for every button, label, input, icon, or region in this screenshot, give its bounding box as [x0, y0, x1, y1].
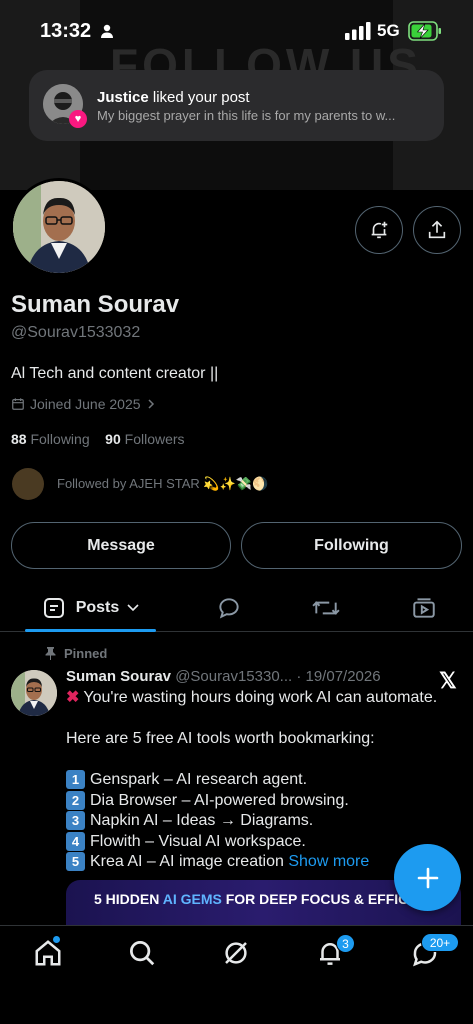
cross-mark-icon: ✖: [66, 689, 80, 706]
tab-posts[interactable]: Posts: [25, 584, 156, 631]
post-list-item: 4 Flowith – Visual AI workspace.: [66, 831, 466, 853]
chevron-right-icon[interactable]: [146, 398, 156, 410]
show-more-link[interactable]: Show more: [288, 853, 369, 870]
keycap-icon: 3: [66, 811, 85, 830]
notifications-badge: 3: [336, 934, 355, 953]
post-list-item: 1 Genspark – AI research agent.: [66, 770, 466, 791]
pin-icon: [45, 647, 56, 660]
keycap-icon: 5: [66, 852, 85, 871]
post-list-item: 3 Napkin AI – Ideas → Diagrams.: [66, 811, 466, 832]
repost-icon: [312, 600, 340, 615]
tab-media[interactable]: [400, 584, 448, 631]
keycap-icon: 4: [66, 831, 85, 851]
followed-by-text[interactable]: Followed by AJEH STAR 💫✨💸🌖: [57, 476, 268, 492]
followers-count: 90: [105, 431, 121, 447]
reply-icon: [219, 597, 239, 618]
active-tab-indicator: [25, 629, 156, 632]
post-author-name[interactable]: Suman Sourav: [66, 668, 171, 685]
joined-text: Joined June 2025: [30, 396, 141, 412]
keycap-icon: 2: [66, 790, 85, 810]
person-icon: [101, 24, 113, 38]
post-meta: @Sourav15330... · 19/07/2026: [171, 668, 381, 685]
search-icon[interactable]: [127, 938, 157, 968]
toast-body: My biggest prayer in this life is for my…: [97, 108, 396, 123]
followers-stat[interactable]: 90 Followers: [105, 431, 184, 447]
profile-tabs: Posts: [0, 584, 473, 632]
media-icon: [413, 597, 435, 618]
home-unread-dot: [53, 936, 60, 943]
notify-bell-button[interactable]: [355, 206, 403, 254]
media-title: 5 HIDDEN AI GEMS FOR DEEP FOCUS & EFFICI…: [94, 891, 422, 907]
bell-plus-icon: [371, 221, 388, 239]
pinned-label: Pinned: [45, 646, 107, 661]
follow-stats: 88 Following 90 Followers: [11, 431, 185, 447]
tab-replies[interactable]: [205, 584, 253, 631]
joined-date: Joined June 2025: [11, 396, 156, 412]
keycap-icon: 1: [66, 770, 85, 789]
message-button[interactable]: Message: [11, 522, 231, 569]
following-button[interactable]: Following: [241, 522, 462, 569]
posts-icon: [43, 597, 64, 618]
compose-button[interactable]: [394, 844, 461, 911]
bottom-nav: 3 20+: [0, 925, 473, 1024]
battery-charging-icon: [408, 21, 441, 41]
chevron-down-icon: [127, 603, 139, 611]
post-list-item: 2 Dia Browser – AI-powered browsing.: [66, 790, 466, 812]
toast-title: Justice liked your post: [97, 89, 250, 106]
grok-icon[interactable]: [221, 938, 251, 968]
toast-action: liked your post: [148, 89, 250, 106]
tab-reposts[interactable]: [302, 584, 350, 631]
following-label: Following: [30, 431, 90, 447]
tab-posts-label: Posts: [75, 598, 120, 616]
toast-user: Justice: [97, 89, 149, 106]
signal-icon: [345, 22, 371, 40]
plus-icon: [417, 867, 438, 888]
followers-label: Followers: [124, 431, 185, 447]
post-text[interactable]: ✖ You're wasting hours doing work AI can …: [66, 688, 466, 873]
profile-name: Suman Sourav: [11, 291, 180, 318]
post-header: Suman Sourav @Sourav15330... · 19/07/202…: [66, 668, 381, 685]
messages-badge: 20+: [421, 933, 459, 952]
share-button[interactable]: [413, 206, 461, 254]
following-count: 88: [11, 431, 27, 447]
post-line: Here are 5 free AI tools worth bookmarki…: [66, 730, 375, 747]
following-stat[interactable]: 88 Following: [11, 431, 90, 447]
share-icon: [428, 220, 446, 239]
profile-handle: @Sourav1533032: [11, 324, 141, 341]
calendar-icon: [12, 398, 24, 410]
post-line: ✖ You're wasting hours doing work AI can …: [66, 689, 438, 706]
profile-bio: Al Tech and content creator ||: [11, 365, 219, 382]
status-time: 13:32: [40, 20, 92, 42]
post-author-avatar[interactable]: [11, 670, 57, 716]
like-notification-toast[interactable]: ♥ Justice liked your post My biggest pra…: [29, 70, 444, 141]
pinned-text: Pinned: [64, 646, 108, 661]
heart-icon: ♥: [69, 110, 87, 128]
profile-avatar[interactable]: [10, 178, 108, 276]
home-icon[interactable]: [33, 938, 63, 968]
network-type: 5G: [377, 21, 400, 40]
status-bar: 13:32 5G: [0, 0, 473, 64]
followed-by-avatar[interactable]: [12, 468, 44, 500]
